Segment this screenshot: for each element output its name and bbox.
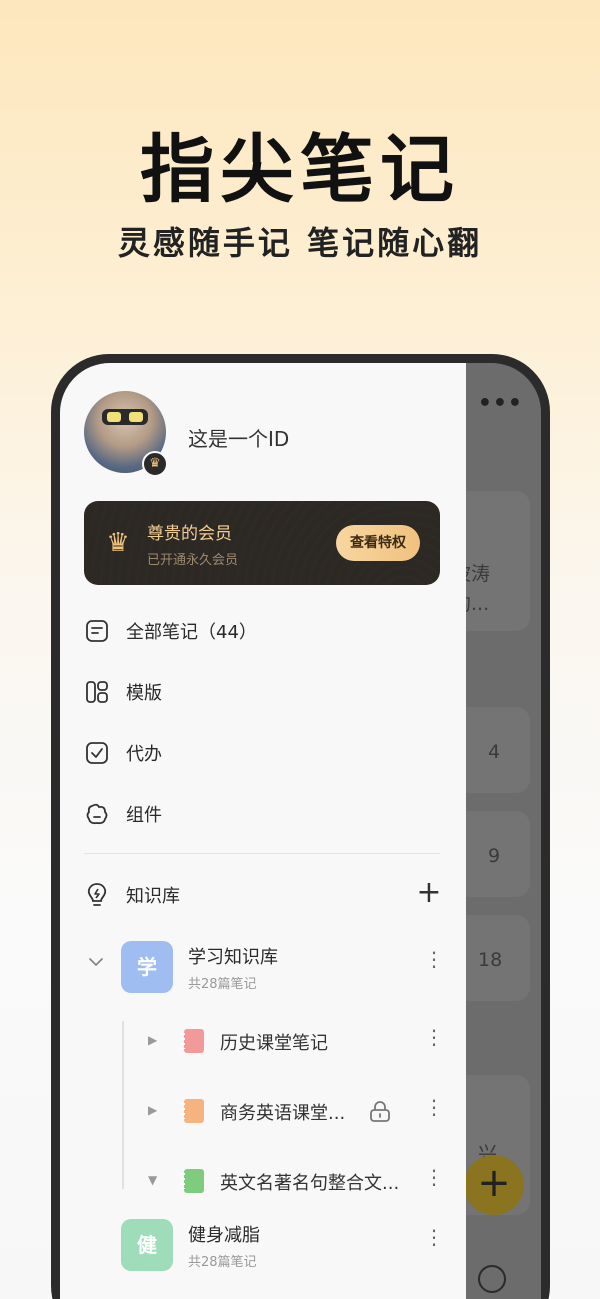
notebook-icon	[181, 1029, 204, 1053]
menu-item-template[interactable]: 模版	[84, 672, 162, 712]
crown-icon: ♛	[106, 528, 130, 558]
add-note-fab[interactable]: +	[464, 1155, 524, 1215]
divider	[84, 853, 440, 854]
phone-screen: ••• 波涛 的... 4 9 18 兴 + ♛ 这是一个ID ♛ 尊贵的会员 …	[60, 363, 541, 1299]
kb-title: 健身减脂	[188, 1225, 260, 1246]
kb-title: 学习知识库	[188, 947, 278, 968]
note-label: 英文名著名句整合文...	[220, 1173, 400, 1194]
crown-badge-icon: ♛	[142, 451, 168, 477]
menu-item-label: 组件	[126, 805, 162, 826]
menu-item-todo[interactable]: 代办	[84, 733, 162, 773]
kb-subtitle: 共28篇笔记	[188, 977, 257, 992]
knowledge-base-header[interactable]: 知识库	[84, 875, 180, 915]
bg-count: 18	[478, 949, 503, 971]
note-label: 商务英语课堂...	[220, 1103, 346, 1124]
notebook-icon	[181, 1099, 204, 1123]
menu-item-label: 模版	[126, 683, 162, 704]
more-vertical-icon[interactable]: ⋮	[424, 1167, 444, 1187]
vip-subtitle: 已开通永久会员	[147, 553, 239, 568]
menu-item-label: 全部笔记（44）	[126, 622, 257, 643]
more-vertical-icon[interactable]: ⋮	[424, 1097, 444, 1117]
user-name[interactable]: 这是一个ID	[188, 423, 289, 452]
note-item[interactable]: ▼ 英文名著名句整合文... ⋮	[60, 1163, 466, 1203]
chevron-down-icon[interactable]	[88, 953, 104, 972]
bg-count: 9	[488, 845, 501, 867]
kb-badge: 健	[121, 1219, 173, 1271]
triangle-right-icon[interactable]: ▶	[148, 1033, 157, 1047]
lock-icon	[368, 1099, 392, 1123]
notes-icon	[84, 618, 110, 644]
bg-count: 4	[488, 741, 501, 763]
notebook-icon	[181, 1169, 204, 1193]
triangle-right-icon[interactable]: ▶	[148, 1103, 157, 1117]
note-item[interactable]: ▶ 历史课堂笔记 ⋮	[60, 1023, 466, 1063]
more-vertical-icon[interactable]: ⋮	[424, 1227, 444, 1247]
hero-subtitle: 灵感随手记 笔记随心翻	[117, 224, 483, 262]
phone-frame: ••• 波涛 的... 4 9 18 兴 + ♛ 这是一个ID ♛ 尊贵的会员 …	[51, 354, 550, 1299]
knowledge-base-label: 知识库	[126, 886, 180, 907]
triangle-down-icon[interactable]: ▼	[148, 1173, 157, 1187]
kb-badge: 学	[121, 941, 173, 993]
more-vertical-icon[interactable]: ⋮	[424, 1027, 444, 1047]
menu-item-widget[interactable]: 组件	[84, 794, 162, 834]
menu-item-all-notes[interactable]: 全部笔记（44）	[84, 611, 257, 651]
kb-item-fitness[interactable]: 健 健身减脂 共28篇笔记 ⋮	[60, 1219, 466, 1275]
side-drawer: ♛ 这是一个ID ♛ 尊贵的会员 已开通永久会员 查看特权 全部笔记（44） 模…	[60, 363, 466, 1299]
add-knowledge-base-button[interactable]: +	[416, 878, 442, 908]
lightbulb-icon	[84, 882, 110, 908]
vip-card[interactable]: ♛ 尊贵的会员 已开通永久会员 查看特权	[84, 501, 440, 585]
kb-subtitle: 共28篇笔记	[188, 1255, 257, 1270]
hero-title: 指尖笔记	[140, 127, 460, 213]
template-icon	[84, 679, 110, 705]
todo-icon	[84, 740, 110, 766]
kb-item-study[interactable]: 学 学习知识库 共28篇笔记 ⋮	[60, 941, 466, 997]
menu-item-label: 代办	[126, 744, 162, 765]
note-item[interactable]: ▶ 商务英语课堂... ⋮	[60, 1093, 466, 1133]
smile-icon[interactable]	[478, 1265, 506, 1293]
widget-icon	[84, 801, 110, 827]
more-vertical-icon[interactable]: ⋮	[424, 949, 444, 969]
vip-title: 尊贵的会员	[147, 524, 232, 544]
note-label: 历史课堂笔记	[220, 1033, 328, 1054]
more-icon[interactable]: •••	[478, 391, 523, 416]
view-privileges-button[interactable]: 查看特权	[336, 525, 420, 561]
